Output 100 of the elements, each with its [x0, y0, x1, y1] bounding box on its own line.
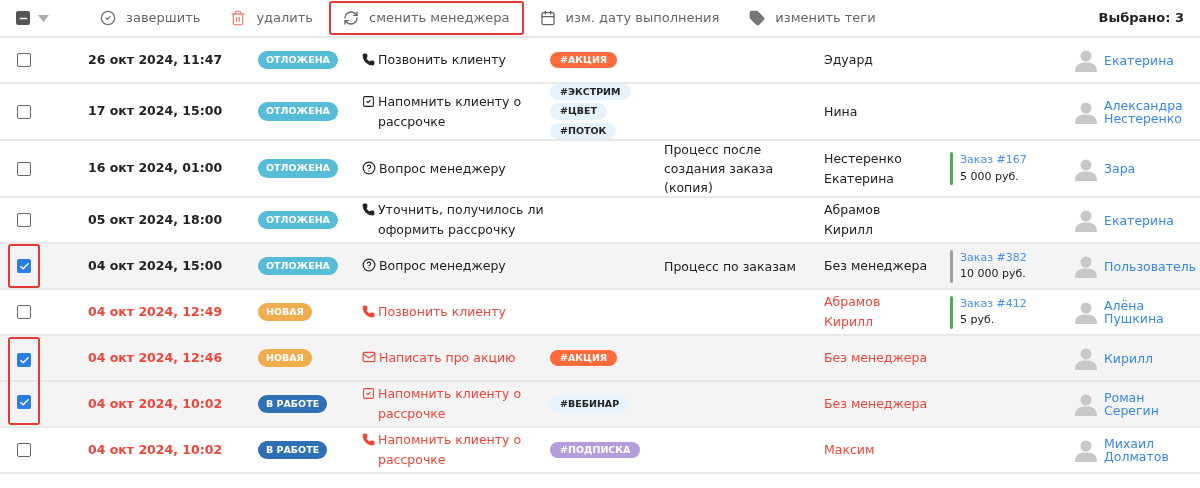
tag-chip: #ПОТОК [550, 122, 617, 139]
avatar-icon [1074, 438, 1098, 462]
task-title[interactable]: Позвонить клиенту [378, 50, 506, 70]
checkbox-icon [362, 387, 375, 400]
manager-link[interactable]: Роман Серегин [1104, 391, 1159, 417]
row-checkbox[interactable] [17, 53, 31, 67]
phone-icon [362, 203, 375, 216]
status-badge: НОВАЯ [258, 302, 312, 322]
client-name: Абрамов [824, 293, 882, 311]
question-icon [362, 160, 376, 175]
tag-chip: #ВЕБИНАР [550, 395, 630, 413]
status-badge: В РАБОТЕ [258, 394, 328, 414]
task-title[interactable]: Напомнить клиенту о рассрочке [378, 91, 550, 132]
order-link[interactable]: Заказ #167 [960, 152, 1027, 169]
phone-icon [362, 53, 375, 66]
task-title[interactable]: Напомнить клиенту о рассрочке [378, 384, 550, 424]
question-icon [362, 258, 376, 272]
manager-link[interactable]: Пользователь [1104, 259, 1197, 273]
due-date: 16 окт 2024, 01:00 [88, 159, 223, 178]
row-checkbox[interactable] [17, 395, 31, 409]
manager-link[interactable]: Кирилл [1104, 351, 1154, 365]
checkbox-icon [362, 94, 375, 108]
status-badge: ОТЛОЖЕНА [258, 159, 338, 178]
due-date: 04 окт 2024, 10:02 [88, 394, 223, 413]
toolbar-action[interactable]: сменить менеджера [329, 1, 524, 35]
toolbar-action[interactable]: изменить теги [735, 1, 890, 35]
due-date: 04 окт 2024, 12:49 [88, 302, 223, 321]
status-badge: ОТЛОЖЕНА [258, 50, 338, 70]
order-sum: 10 000 руб. [960, 266, 1027, 282]
status-badge: НОВАЯ [258, 348, 312, 368]
avatar-icon [1074, 48, 1098, 72]
status-badge: ОТЛОЖЕНА [258, 256, 338, 276]
order-sum: 5 000 руб. [960, 168, 1020, 185]
due-date: 17 окт 2024, 15:00 [88, 102, 223, 121]
process-name: Процесс по заказам [664, 257, 796, 276]
selected-count: Выбрано: 3 [1098, 9, 1184, 28]
client-name: Без менеджера [824, 257, 929, 275]
task-row[interactable]: 04 окт 2024, 10:02 В РАБОТЕ Напомнить клиенту о рассрочке #ВЕБИНАР Без менеджера Роман Серегин [0, 382, 1200, 428]
due-date: 26 окт 2024, 11:47 [88, 50, 223, 69]
due-date: 05 окт 2024, 18:00 [88, 210, 223, 229]
manager-link[interactable]: Екатерина [1104, 213, 1174, 227]
process-name: Процесс после создания заказа (копия) [664, 141, 775, 197]
row-checkbox[interactable] [17, 104, 31, 119]
task-title[interactable]: Уточнить, получилось ли оформить рассрочку [378, 200, 550, 240]
phone-icon [362, 305, 375, 318]
trash-icon [230, 10, 247, 26]
status-badge: ОТЛОЖЕНА [258, 102, 338, 121]
avatar-icon [1074, 208, 1098, 232]
row-checkbox[interactable] [17, 353, 31, 367]
toolbar-action[interactable]: удалить [216, 1, 327, 35]
status-badge: В РАБОТЕ [258, 440, 328, 460]
manager-link[interactable]: Михаил Долматов [1104, 437, 1169, 463]
row-checkbox[interactable] [17, 161, 31, 176]
client-name: Екатерина [824, 169, 895, 188]
task-row[interactable]: 04 окт 2024, 15:00 ОТЛОЖЕНА Вопрос менеджеру Процесс по заказам Без менеджера Заказ #382 10 000 руб. Пользователь [0, 244, 1200, 290]
client-name: Эдуард [824, 51, 874, 69]
refresh-icon [343, 10, 359, 26]
avatar-icon [1074, 346, 1098, 370]
tag-chip: #АКЦИЯ [550, 51, 618, 69]
task-title[interactable]: Напомнить клиенту о рассрочке [378, 430, 550, 470]
client-name: Без менеджера [824, 395, 929, 413]
tag-chip: #ЦВЕТ [550, 103, 607, 120]
task-title[interactable]: Вопрос менеджеру [379, 256, 506, 276]
avatar-icon [1074, 392, 1098, 416]
due-date: 04 окт 2024, 10:02 [88, 440, 223, 459]
client-name: Максим [824, 441, 876, 459]
calendar-icon [539, 10, 556, 26]
task-row[interactable]: 17 окт 2024, 15:00 ОТЛОЖЕНА Напомнить клиенту о рассрочке #ЭКСТРИМ #ЦВЕТ #ПОТОК Нина Александра Нестеренко [0, 84, 1200, 141]
row-checkbox[interactable] [17, 213, 31, 227]
client-name: Нестеренко [824, 149, 903, 168]
client-name: Нина [824, 102, 859, 121]
row-checkbox[interactable] [17, 305, 31, 319]
manager-link[interactable]: Екатерина [1104, 53, 1174, 67]
toolbar-action[interactable]: завершить [86, 1, 215, 35]
client-name: Без менеджера [824, 349, 929, 367]
avatar-icon [1074, 300, 1098, 324]
tag-chip: #ЭКСТРИМ [550, 84, 631, 101]
check-circle-icon [100, 10, 116, 26]
task-row[interactable]: 04 окт 2024, 12:46 НОВАЯ Написать про акцию #АКЦИЯ Без менеджера Кирилл [0, 336, 1200, 382]
due-date: 04 окт 2024, 12:46 [88, 348, 223, 367]
tag-chip: #ПОДПИСКА [550, 441, 641, 459]
order-link[interactable]: Заказ #382 [960, 249, 1027, 266]
phone-icon [362, 433, 375, 446]
row-checkbox[interactable] [17, 443, 31, 457]
client-name: Кирилл [824, 313, 875, 331]
manager-link[interactable]: Алёна Пушкина [1104, 299, 1164, 325]
task-title[interactable]: Позвонить клиенту [378, 302, 506, 322]
manager-link[interactable]: Александра Нестеренко [1104, 98, 1183, 125]
due-date: 04 окт 2024, 15:00 [88, 256, 223, 275]
row-checkbox[interactable] [17, 259, 31, 273]
task-title[interactable]: Написать про акцию [379, 348, 516, 368]
toolbar-action[interactable]: изм. дату выполнения [525, 1, 734, 35]
order-sum: 5 руб. [960, 312, 996, 328]
client-name: Кирилл [824, 221, 875, 239]
select-all-checkbox[interactable] [16, 11, 30, 25]
mail-icon [362, 350, 376, 364]
manager-link[interactable]: Зара [1104, 162, 1136, 175]
tag-chip: #АКЦИЯ [550, 349, 618, 367]
task-title[interactable]: Вопрос менеджеру [379, 158, 506, 179]
order-link[interactable]: Заказ #412 [960, 295, 1027, 312]
